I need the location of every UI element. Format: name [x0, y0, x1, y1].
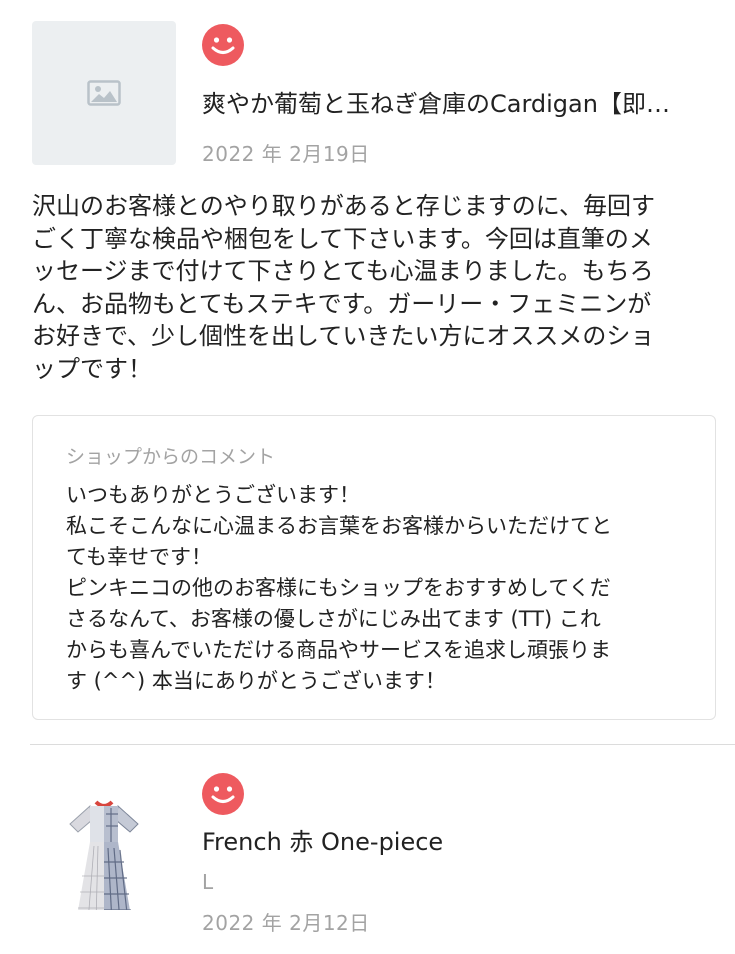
review-item: French 赤 One-piece L 2022 年 2月12日 — [0, 746, 735, 954]
image-placeholder-icon — [87, 80, 121, 106]
smiley-face-icon — [202, 24, 244, 66]
product-variant: L — [202, 870, 214, 894]
dress-image-icon — [69, 800, 139, 923]
review-text: 沢山のお客様とのやり取りがあると存じますのに、毎回す ごく丁寧な検品や梱包をして… — [32, 192, 656, 383]
product-title[interactable]: French 赤 One-piece — [202, 826, 722, 858]
shop-reply-heading: ショップからのコメント — [66, 446, 276, 468]
review-date: 2022 年 2月12日 — [202, 911, 370, 935]
shop-reply-box: ショップからのコメント いつもありがとうございます！ 私こそこんなに心温まるお言… — [32, 415, 716, 720]
smiley-face-icon — [202, 773, 244, 815]
shop-reply-text: いつもありがとうございます！ 私こそこんなに心温まるお言葉をお客様からいただけて… — [66, 483, 612, 693]
review-item: 爽やか葡萄と玉ねぎ倉庫のCardigan【即… 2022 年 2月19日 沢山の… — [0, 0, 735, 745]
product-thumbnail[interactable] — [32, 766, 176, 923]
product-title[interactable]: 爽やか葡萄と玉ねぎ倉庫のCardigan【即… — [202, 88, 722, 120]
review-divider — [30, 744, 735, 745]
review-date: 2022 年 2月19日 — [202, 142, 370, 166]
product-thumbnail-placeholder[interactable] — [32, 21, 176, 165]
